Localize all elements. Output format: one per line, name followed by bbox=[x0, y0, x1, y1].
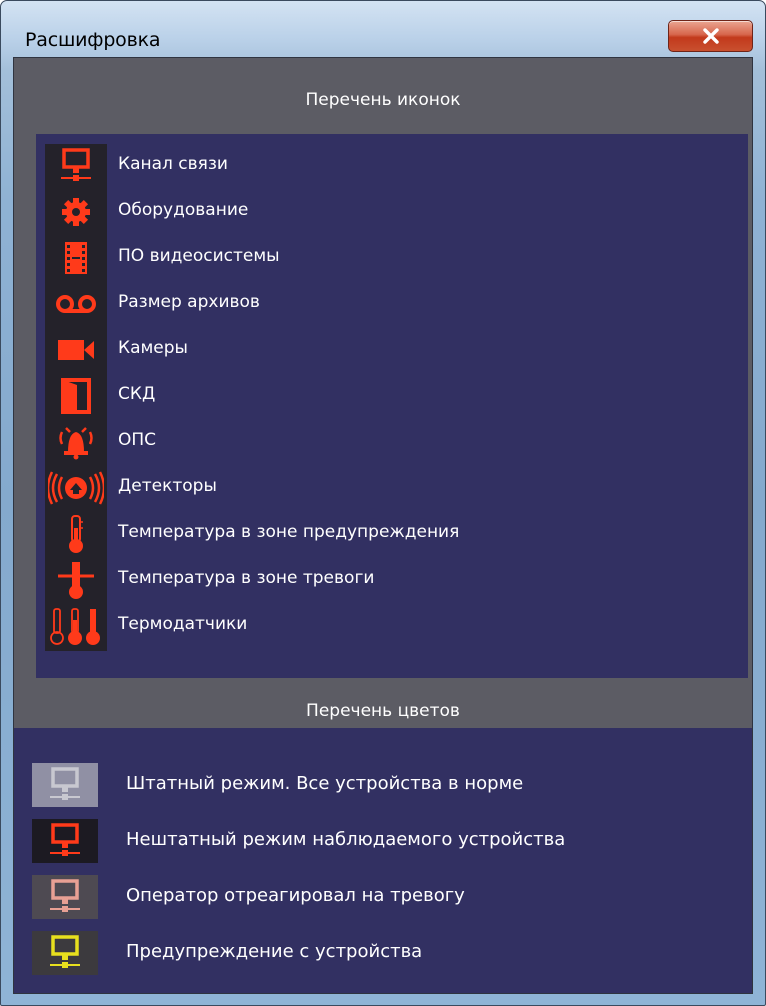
list-item-label: Термодатчики bbox=[118, 614, 248, 634]
list-item: Термодатчики bbox=[36, 604, 748, 648]
list-item: Температура в зоне предупреждения bbox=[36, 512, 748, 556]
legend-window: Расшифровка Перечень иконок Канал связи … bbox=[0, 0, 766, 1006]
close-icon bbox=[702, 28, 719, 44]
list-item: Оборудование bbox=[36, 190, 748, 234]
list-item-label: ПО видеосистемы bbox=[118, 246, 280, 266]
detector-icon bbox=[45, 466, 107, 510]
list-item: Штатный режим. Все устройства в норме bbox=[14, 760, 752, 810]
comm-channel-icon bbox=[32, 819, 98, 863]
list-item: Температура в зоне тревоги bbox=[36, 558, 748, 602]
tape-icon bbox=[45, 282, 107, 326]
list-item-label: ОПС bbox=[118, 430, 157, 450]
close-button[interactable] bbox=[668, 20, 753, 52]
comm-channel-icon bbox=[32, 763, 98, 807]
comm-channel-icon bbox=[32, 875, 98, 919]
list-item: СКД bbox=[36, 374, 748, 418]
list-item: ОПС bbox=[36, 420, 748, 464]
list-item-label: Предупреждение с устройства bbox=[126, 941, 423, 962]
list-item-label: Камеры bbox=[118, 338, 188, 358]
thermometer-alarm-icon bbox=[45, 558, 107, 602]
list-item-label: Детекторы bbox=[118, 476, 217, 496]
list-item-label: Температура в зоне тревоги bbox=[118, 568, 375, 588]
list-item: Детекторы bbox=[36, 466, 748, 510]
colors-section-header: Перечень цветов bbox=[306, 701, 460, 721]
window-title: Расшифровка bbox=[25, 29, 161, 51]
list-item-label: СКД bbox=[118, 384, 156, 404]
door-icon bbox=[45, 374, 107, 418]
list-item-label: Нештатный режим наблюдаемого устройства bbox=[126, 829, 566, 850]
list-item: Нештатный режим наблюдаемого устройства bbox=[14, 816, 752, 866]
list-item: Размер архивов bbox=[36, 282, 748, 326]
list-item-label: Канал связи bbox=[118, 154, 228, 174]
list-item: Канал связи bbox=[36, 144, 748, 188]
title-bar[interactable]: Расшифровка bbox=[1, 1, 765, 52]
list-item-label: Размер архивов bbox=[118, 292, 260, 312]
comm-channel-icon bbox=[45, 144, 107, 188]
comm-channel-icon bbox=[32, 931, 98, 975]
list-item-label: Оборудование bbox=[118, 200, 249, 220]
list-item: ПО видеосистемы bbox=[36, 236, 748, 280]
list-item: Предупреждение с устройства bbox=[14, 928, 752, 978]
list-item: Оператор отреагировал на тревогу bbox=[14, 872, 752, 922]
gear-icon bbox=[45, 190, 107, 234]
thermosensors-icon bbox=[45, 604, 107, 648]
list-item-label: Оператор отреагировал на тревогу bbox=[126, 885, 465, 906]
icons-section-header: Перечень иконок bbox=[305, 90, 461, 110]
colors-list-panel: Штатный режим. Все устройства в норме Не… bbox=[14, 728, 752, 993]
alarm-bell-icon bbox=[45, 420, 107, 464]
list-item: Камеры bbox=[36, 328, 748, 372]
film-icon bbox=[45, 236, 107, 280]
thermometer-warning-icon bbox=[45, 512, 107, 556]
list-item-label: Температура в зоне предупреждения bbox=[118, 522, 460, 542]
client-area: Перечень иконок Канал связи Оборудование… bbox=[13, 57, 753, 994]
icons-list-panel: Канал связи Оборудование ПО видеосистемы… bbox=[36, 134, 748, 678]
video-camera-icon bbox=[45, 328, 107, 372]
list-item-label: Штатный режим. Все устройства в норме bbox=[126, 773, 524, 794]
